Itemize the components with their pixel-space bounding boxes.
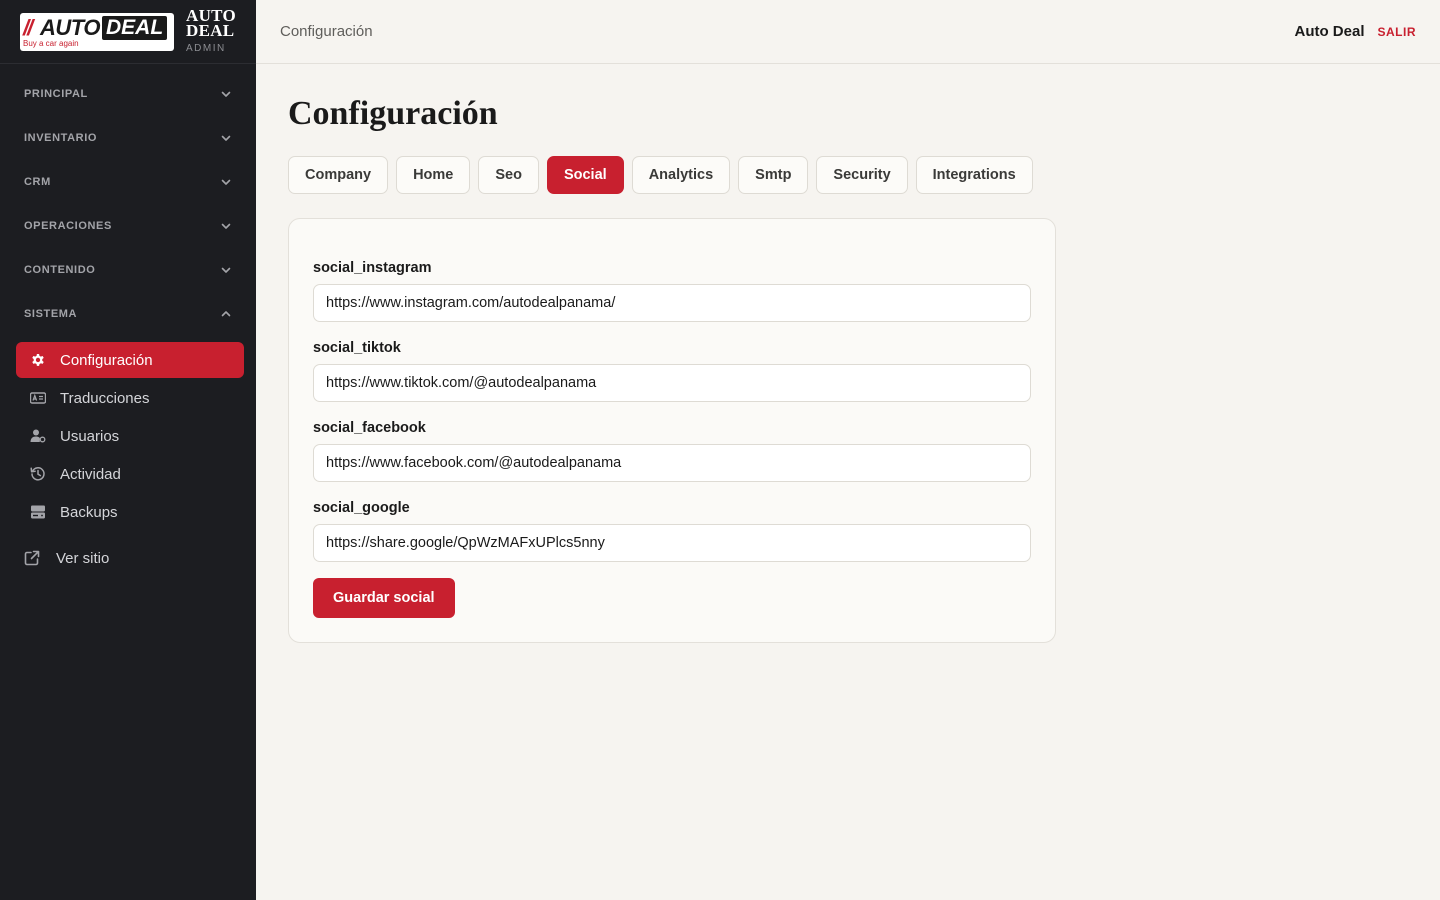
external-link-icon: [24, 550, 40, 566]
page-title: Configuración: [288, 95, 498, 132]
brand-title-line2: DEAL: [186, 21, 235, 40]
main-content: Configuración Company Home Seo Social An…: [288, 64, 1056, 643]
breadcrumb: Configuración: [280, 23, 373, 40]
tab-integrations[interactable]: Integrations: [915, 156, 1033, 194]
nav-section-sistema[interactable]: SISTEMA: [0, 292, 256, 336]
sidebar-item-traducciones[interactable]: Traducciones: [16, 380, 244, 416]
sidebar-item-label: Backups: [60, 503, 118, 521]
social-tiktok-input[interactable]: [313, 364, 1031, 402]
chevron-down-icon: [220, 220, 232, 232]
sidebar: // AUTO DEAL Buy a car again AUTO DEAL A…: [0, 0, 256, 900]
translate-icon: [30, 390, 46, 406]
tab-company[interactable]: Company: [288, 156, 389, 194]
field-label-social-google: social_google: [313, 500, 410, 516]
nav-section-label: PRINCIPAL: [24, 88, 88, 100]
nav-section-contenido[interactable]: CONTENIDO: [0, 248, 256, 292]
field-label-social-tiktok: social_tiktok: [313, 340, 401, 356]
tab-analytics[interactable]: Analytics: [631, 156, 731, 194]
brand-subtitle: ADMIN: [186, 43, 226, 54]
current-user-name: Auto Deal: [1294, 23, 1365, 40]
tab-social[interactable]: Social: [546, 156, 624, 194]
chevron-down-icon: [220, 132, 232, 144]
sidebar-item-backups[interactable]: Backups: [16, 494, 244, 530]
history-icon: [30, 466, 46, 482]
sidebar-item-label: Usuarios: [60, 427, 120, 445]
nav-section-label: OPERACIONES: [24, 220, 112, 232]
nav-section-inventario[interactable]: INVENTARIO: [0, 116, 256, 160]
sidebar-item-label: Traducciones: [60, 389, 150, 407]
gear-icon: [30, 352, 46, 368]
topbar: Configuración Auto Deal SALIR: [256, 0, 1440, 64]
brand-title: AUTO DEAL ADMIN: [186, 7, 236, 55]
nav-section-principal[interactable]: PRINCIPAL: [0, 72, 256, 116]
sidebar-nav: PRINCIPAL INVENTARIO CRM OPERACIONES CON…: [0, 72, 256, 576]
social-google-input[interactable]: [313, 524, 1031, 562]
logout-button[interactable]: SALIR: [1378, 25, 1417, 39]
chevron-down-icon: [220, 88, 232, 100]
view-site-link[interactable]: Ver sitio: [24, 540, 256, 576]
nav-section-label: INVENTARIO: [24, 132, 98, 144]
autodeal-logo[interactable]: // AUTO DEAL Buy a car again: [20, 12, 174, 51]
sidebar-item-label: Configuración: [60, 351, 153, 369]
nav-section-operaciones[interactable]: OPERACIONES: [0, 204, 256, 248]
tab-home[interactable]: Home: [396, 156, 471, 194]
social-facebook-input[interactable]: [313, 444, 1031, 482]
settings-tabs: Company Home Seo Social Analytics Smtp S…: [288, 156, 1056, 194]
brand: // AUTO DEAL Buy a car again AUTO DEAL A…: [0, 0, 256, 64]
sidebar-item-actividad[interactable]: Actividad: [16, 456, 244, 492]
field-label-social-facebook: social_facebook: [313, 420, 426, 436]
database-icon: [30, 504, 46, 520]
nav-section-label: CRM: [24, 176, 51, 188]
field-label-social-instagram: social_instagram: [313, 260, 432, 276]
logo-tagline: Buy a car again: [23, 38, 79, 48]
tab-smtp[interactable]: Smtp: [738, 156, 809, 194]
logo-deal-text: DEAL: [102, 15, 168, 40]
logo-auto-text: AUTO: [40, 14, 100, 40]
chevron-up-icon: [220, 308, 232, 320]
social-settings-card: social_instagram social_tiktok social_fa…: [288, 218, 1056, 643]
tab-seo[interactable]: Seo: [478, 156, 539, 194]
sidebar-item-configuracion[interactable]: Configuración: [16, 342, 244, 378]
view-site-label: Ver sitio: [56, 549, 110, 567]
chevron-down-icon: [220, 176, 232, 188]
user-area: Auto Deal SALIR: [1294, 23, 1416, 40]
logo-slash: //: [23, 14, 33, 40]
save-social-button[interactable]: Guardar social: [313, 578, 455, 618]
nav-section-crm[interactable]: CRM: [0, 160, 256, 204]
chevron-down-icon: [220, 264, 232, 276]
tab-security[interactable]: Security: [816, 156, 908, 194]
nav-section-label: CONTENIDO: [24, 264, 96, 276]
social-instagram-input[interactable]: [313, 284, 1031, 322]
sidebar-item-label: Actividad: [60, 465, 121, 483]
sidebar-item-usuarios[interactable]: Usuarios: [16, 418, 244, 454]
nav-section-label: SISTEMA: [24, 308, 78, 320]
users-icon: [30, 428, 46, 444]
